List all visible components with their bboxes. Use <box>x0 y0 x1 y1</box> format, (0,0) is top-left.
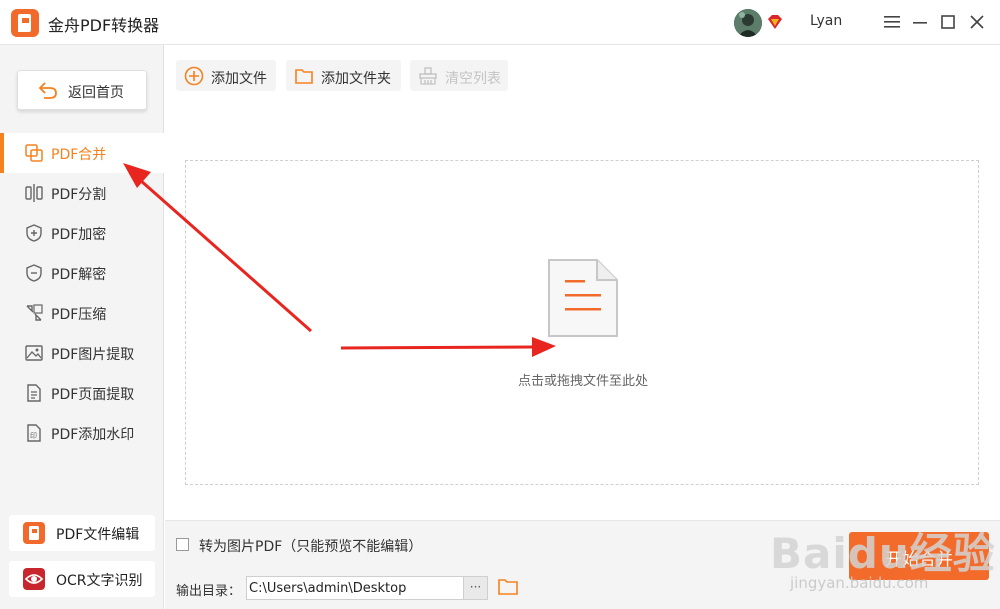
page-icon <box>24 383 44 403</box>
sidebar-item-pdf-page-extract[interactable]: PDF页面提取 <box>0 373 164 413</box>
sidebar-item-pdf-encrypt[interactable]: PDF加密 <box>0 213 164 253</box>
clear-list-button[interactable]: 清空列表 <box>410 60 508 91</box>
sidebar-item-label: PDF压缩 <box>51 307 107 323</box>
back-home-button[interactable]: 返回首页 <box>17 70 147 110</box>
add-folder-button[interactable]: 添加文件夹 <box>286 60 401 91</box>
watermark-icon: 印 <box>24 423 44 443</box>
output-dir-label: 输出目录： <box>176 584 242 599</box>
merge-icon <box>24 143 44 163</box>
drop-hint-text: 点击或拖拽文件至此处 <box>517 374 648 389</box>
pdf-edit-tool-button[interactable]: PDF文件编辑 <box>9 515 155 551</box>
file-drop-zone[interactable]: 点击或拖拽文件至此处 <box>185 160 979 485</box>
user-avatar[interactable] <box>734 9 762 37</box>
baidu-watermark: Baidu经验 <box>770 529 996 578</box>
back-arrow-icon <box>38 80 58 104</box>
open-folder-icon[interactable] <box>498 578 518 600</box>
compress-icon <box>24 303 44 323</box>
sidebar-item-pdf-compress[interactable]: PDF压缩 <box>0 293 164 333</box>
pdf-edit-label: PDF文件编辑 <box>56 527 140 543</box>
sidebar: 返回首页 PDF合并 PDF分割 PDF加密 PDF解密 PDF压缩 PDF图片… <box>0 45 164 609</box>
sidebar-item-pdf-image-extract[interactable]: PDF图片提取 <box>0 333 164 373</box>
sidebar-item-pdf-split[interactable]: PDF分割 <box>0 173 164 213</box>
browse-button[interactable]: ··· <box>464 576 488 600</box>
clear-list-label: 清空列表 <box>445 71 501 87</box>
output-dir-input[interactable]: C:\Users\admin\Desktop <box>246 576 464 600</box>
sidebar-item-label: PDF页面提取 <box>51 387 135 403</box>
menu-icon[interactable] <box>881 11 903 33</box>
sidebar-item-label: PDF合并 <box>51 147 107 163</box>
baidu-watermark-url: jingyan.baidu.com <box>790 574 929 592</box>
sidebar-item-label: PDF加密 <box>51 227 107 243</box>
sidebar-item-label: PDF图片提取 <box>51 347 135 363</box>
sidebar-item-label: PDF分割 <box>51 187 107 203</box>
svg-text:印: 印 <box>30 432 37 440</box>
image-pdf-checkbox[interactable] <box>176 538 189 551</box>
vip-diamond-icon[interactable] <box>766 14 784 30</box>
maximize-icon[interactable] <box>937 11 959 33</box>
app-title: 金舟PDF转换器 <box>48 16 160 35</box>
app-logo-icon <box>11 9 39 37</box>
document-icon <box>547 258 619 342</box>
close-icon[interactable] <box>966 11 988 33</box>
add-circle-icon <box>184 66 204 90</box>
sidebar-item-pdf-decrypt[interactable]: PDF解密 <box>0 253 164 293</box>
shield-minus-icon <box>24 263 44 283</box>
minimize-icon[interactable] <box>909 11 931 33</box>
username[interactable]: Lyan <box>810 13 842 29</box>
shield-plus-icon <box>24 223 44 243</box>
sidebar-item-pdf-watermark[interactable]: 印 PDF添加水印 <box>0 413 164 453</box>
image-pdf-checkbox-label[interactable]: 转为图片PDF（只能预览不能编辑） <box>199 536 422 556</box>
sidebar-item-label: PDF添加水印 <box>51 427 135 443</box>
folder-icon <box>294 66 314 90</box>
ocr-tool-button[interactable]: OCR文字识别 <box>9 561 155 597</box>
title-bar: 金舟PDF转换器 Lyan <box>0 0 1000 45</box>
ocr-label: OCR文字识别 <box>56 573 143 589</box>
sidebar-item-pdf-merge[interactable]: PDF合并 <box>0 133 164 173</box>
add-file-label: 添加文件 <box>211 71 267 87</box>
sidebar-item-label: PDF解密 <box>51 267 107 283</box>
image-icon <box>24 343 44 363</box>
ocr-eye-icon <box>23 568 45 590</box>
add-file-button[interactable]: 添加文件 <box>176 60 276 91</box>
pdf-edit-icon <box>23 522 45 544</box>
split-icon <box>24 183 44 203</box>
broom-icon <box>418 66 438 90</box>
add-folder-label: 添加文件夹 <box>321 71 391 87</box>
back-home-label: 返回首页 <box>68 85 124 101</box>
